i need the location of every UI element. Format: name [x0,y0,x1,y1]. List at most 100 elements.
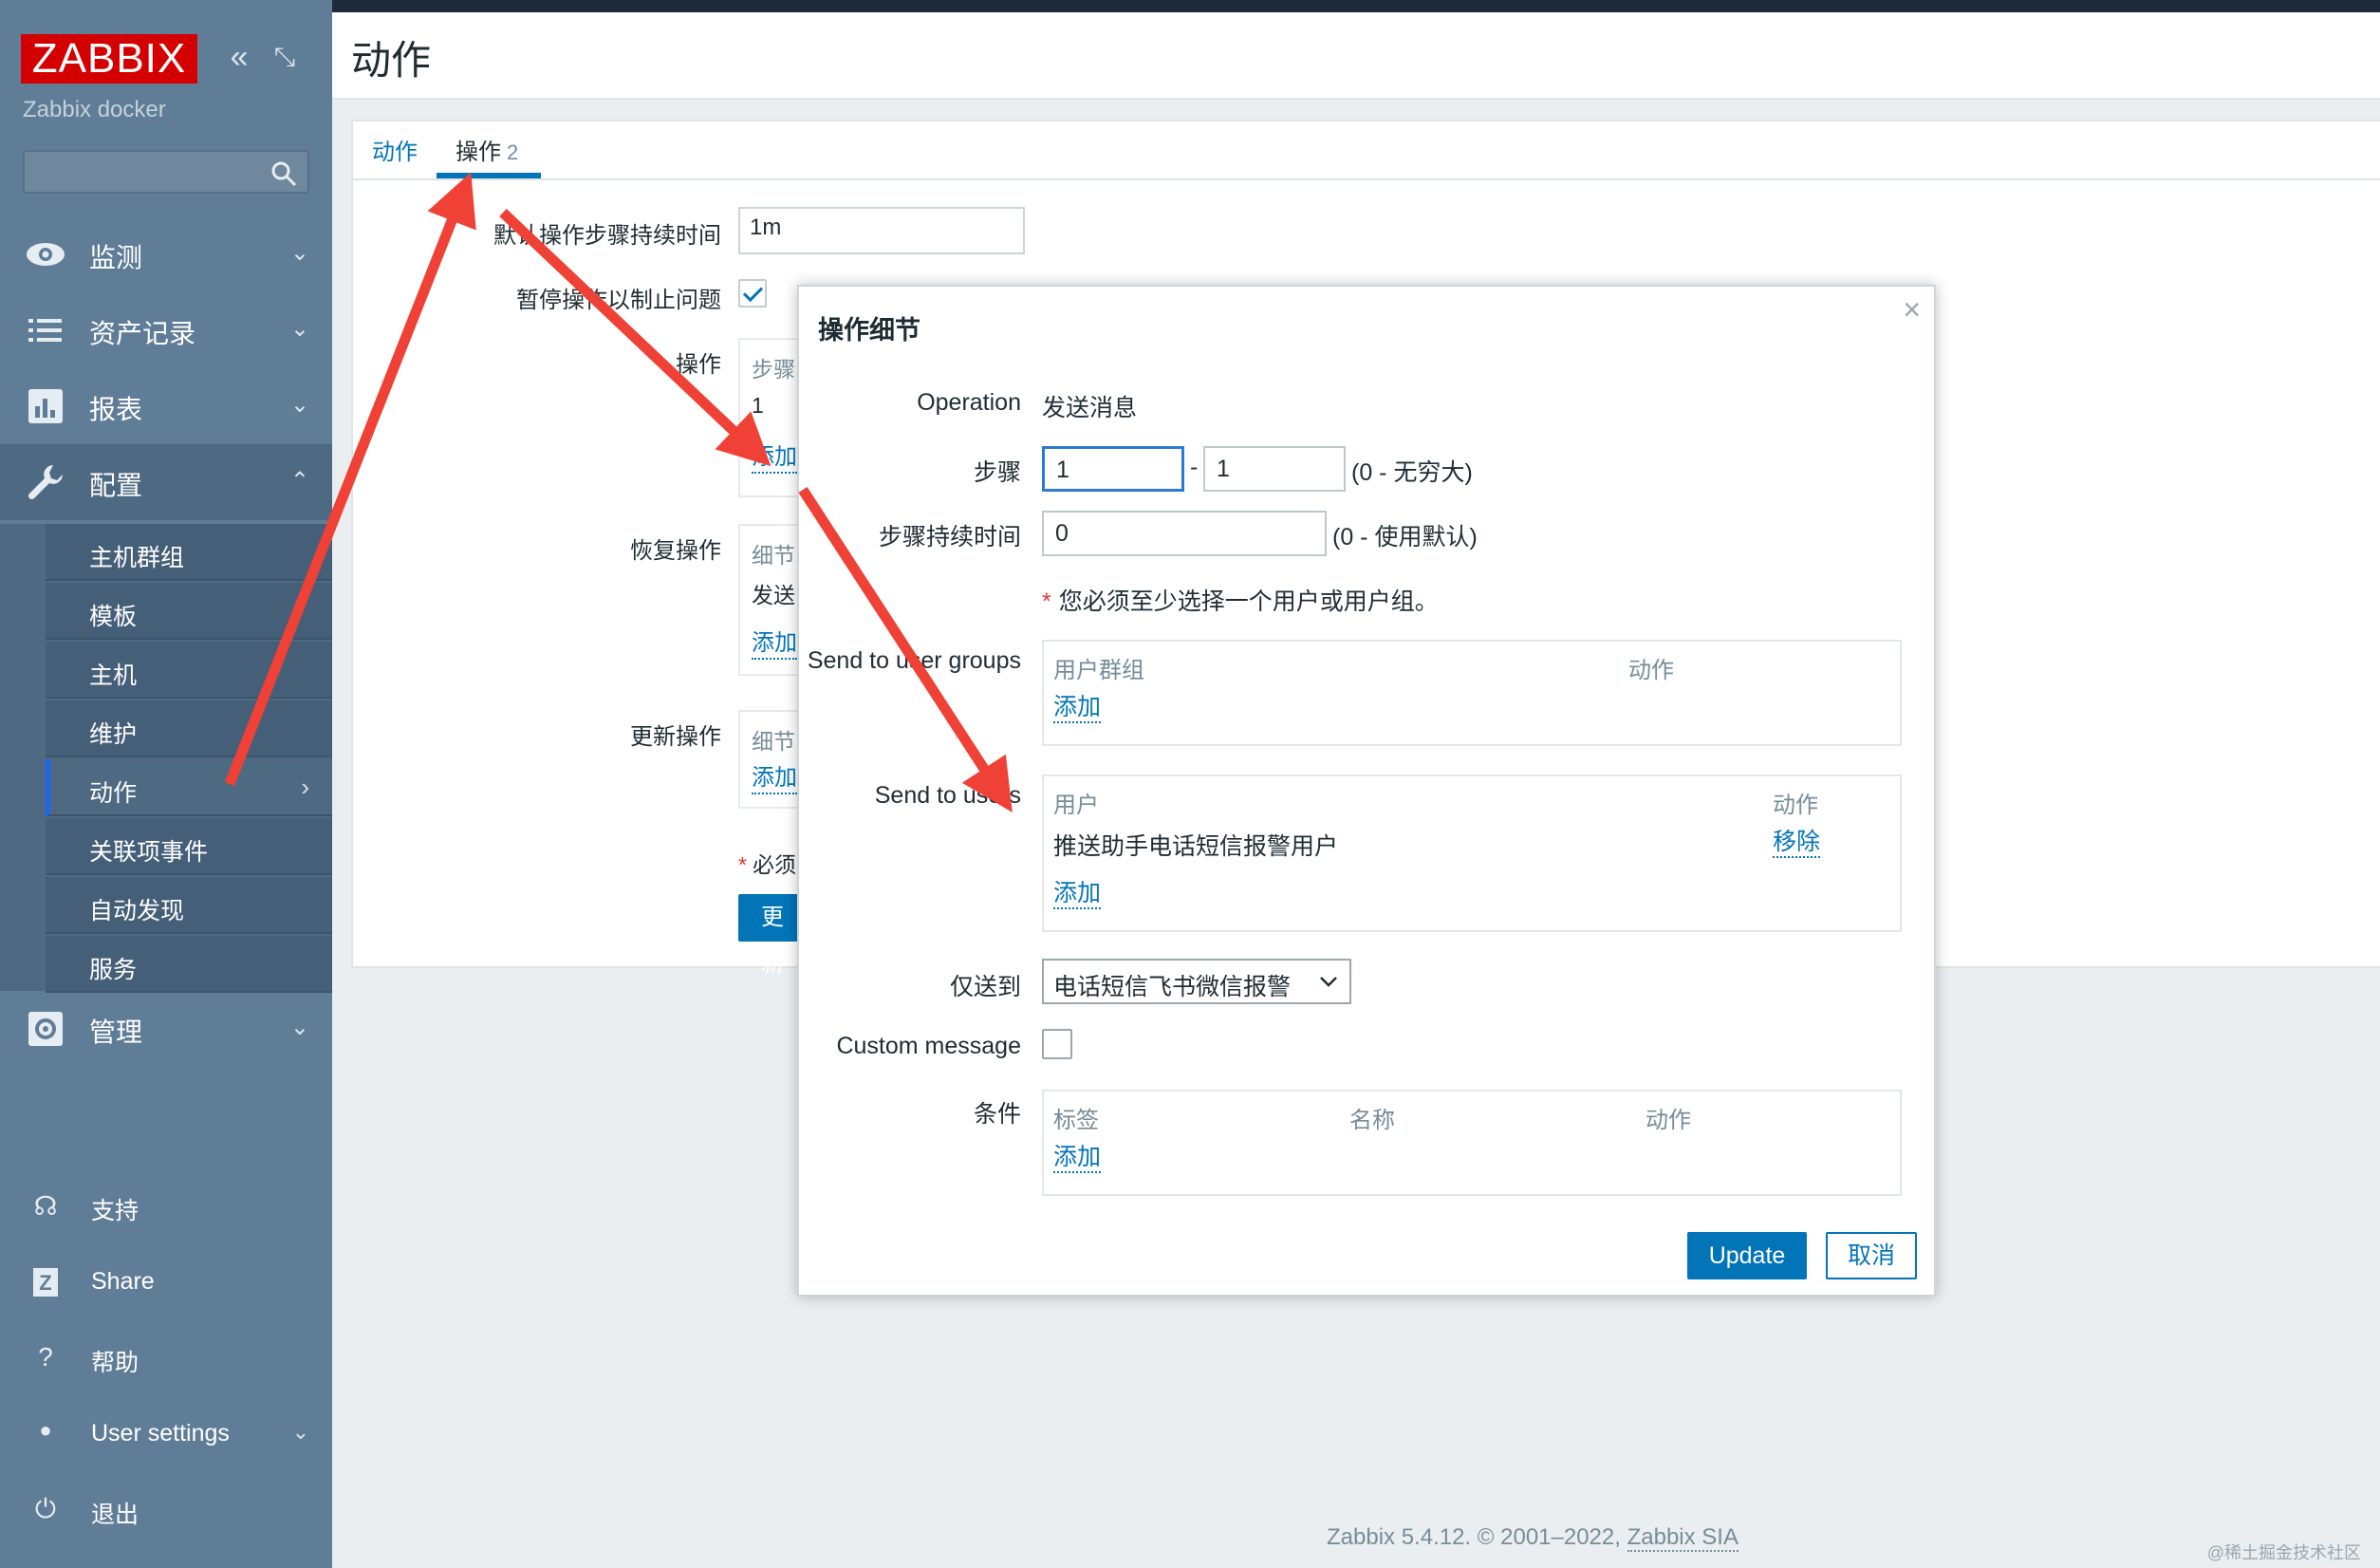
page-title: 动作 [351,38,432,83]
chevron-down-icon: ⌄ [289,316,309,342]
search-icon[interactable] [270,159,298,188]
menu-label: 退出 [91,1502,139,1528]
chevron-down-icon [1320,977,1337,987]
operations-col-steps: 步骤 [752,357,795,382]
menu-help[interactable]: ? 帮助 [0,1329,332,1386]
users-add-link[interactable]: 添加 [1053,879,1102,909]
default-step-duration-label: 默认操作步骤持续时间 [493,223,721,249]
required-note: * 必须 [738,852,796,877]
steps-separator: - [1190,454,1199,480]
recovery-operations-label: 恢复操作 [630,538,721,564]
close-icon[interactable]: × [1903,292,1921,327]
dialog-title: 操作细节 [818,316,920,345]
dialog-update-button[interactable]: Update [1687,1232,1807,1279]
footer-link[interactable]: Zabbix SIA [1627,1524,1739,1552]
menu-label: Share [91,1268,155,1295]
pause-operations-checkbox[interactable] [738,279,767,308]
menu-sign-out[interactable]: ⏻ 退出 [0,1481,332,1538]
conditions-table [1042,1090,1902,1196]
users-remove-link[interactable]: 移除 [1773,828,1821,858]
steps-from-input[interactable]: 1 [1042,446,1184,492]
groups-col-group: 用户群组 [1053,658,1144,683]
submenu-maintenance[interactable]: 维护 [46,700,332,757]
send-to-users-label: Send to users [874,782,1021,809]
submenu-label: 模板 [89,604,138,630]
menu-label: 资产记录 [89,319,196,348]
browser-top-strip [0,0,2380,12]
cond-col-action: 动作 [1646,1108,1691,1133]
chevron-up-icon: ⌃ [289,468,309,494]
configuration-submenu: 主机群组 模板 主机 维护 动作 › 关联项事件 自动发现 服务 [0,524,332,993]
steps-hint: (0 - 无穷大) [1351,459,1473,486]
conditions-label: 条件 [973,1101,1021,1128]
operation-value: 发送消息 [1042,395,1138,421]
menu-user-settings[interactable]: ● User settings ⌄ [0,1405,332,1462]
tab-bar: 动作 操作 2 [351,120,2380,180]
menu-label: 管理 [89,1017,143,1047]
kiosk-mode-icon[interactable]: ⤡ [268,40,302,74]
submenu-templates[interactable]: 模板 [46,583,332,640]
menu-label: User settings [91,1420,230,1447]
submenu-event-correlation[interactable]: 关联项事件 [46,818,332,875]
form-update-button[interactable]: 更新 [738,894,805,978]
tab-action[interactable]: 动作 [372,133,418,166]
power-icon: ⏻ [34,1494,57,1523]
submenu-actions[interactable]: 动作 › [46,759,332,816]
submenu-label: 关联项事件 [89,839,209,866]
submenu-services[interactable]: 服务 [46,936,332,993]
send-only-to-select[interactable]: 电话短信飞书微信报警 [1042,959,1351,1004]
operation-details-dialog: 操作细节 × Operation 发送消息 步骤 1 - 1 (0 - 无穷大)… [797,285,1936,1297]
list-icon [28,319,62,342]
submenu-label: 主机群组 [89,545,185,571]
users-col-action: 动作 [1773,793,1818,818]
menu-administration[interactable]: 管理 ⌄ [0,991,332,1067]
menu-support[interactable]: ☊ 支持 [0,1177,332,1234]
chevron-down-icon: ⌄ [289,1015,309,1040]
default-step-duration-input[interactable]: 1m [738,207,1025,254]
submenu-label: 动作 [89,780,138,807]
sidebar-search-input[interactable] [23,150,309,194]
step-duration-label: 步骤持续时间 [878,524,1021,551]
submenu-hosts[interactable]: 主机 [46,642,332,699]
menu-configuration[interactable]: 配置 ⌃ [0,444,332,520]
custom-message-checkbox[interactable] [1042,1029,1072,1059]
operations-add-link[interactable]: 添加 [752,444,797,474]
operations-label: 操作 [676,352,721,378]
gear-icon [28,1012,63,1046]
send-to-user-groups-label: Send to user groups [807,647,1021,674]
headset-icon: ☊ [33,1191,58,1221]
steps-label: 步骤 [973,459,1021,486]
collapse-sidebar-icon[interactable]: « [222,40,256,74]
tab-label: 操作 [456,140,501,165]
user-groups-add-link[interactable]: 添加 [1053,693,1102,723]
pause-operations-label: 暂停操作以制止问题 [516,288,721,313]
recovery-add-link[interactable]: 添加 [752,630,797,660]
recovery-col-details: 细节 [752,543,795,568]
zabbix-logo[interactable]: ZABBIX [21,34,197,84]
chevron-down-icon: ⌄ [289,392,309,418]
required-message-text: 您必须至少选择一个用户或用户组。 [1058,588,1439,615]
menu-monitoring[interactable]: 监测 ⌄ [0,216,332,292]
user-icon: ● [39,1418,52,1442]
update-add-link[interactable]: 添加 [752,765,797,794]
user-groups-table [1042,640,1902,746]
step-duration-input[interactable]: 0 [1042,511,1327,556]
steps-to-input[interactable]: 1 [1203,446,1346,492]
operations-row-step: 1 [752,393,764,418]
tab-operations[interactable]: 操作 2 [456,133,518,166]
submenu-label: 维护 [89,721,138,748]
conditions-add-link[interactable]: 添加 [1053,1143,1102,1173]
custom-message-label: Custom message [836,1033,1021,1059]
submenu-discovery[interactable]: 自动发现 [46,877,332,934]
submenu-host-groups[interactable]: 主机群组 [46,524,332,581]
dialog-cancel-button[interactable]: 取消 [1826,1232,1917,1279]
menu-reports[interactable]: 报表 ⌄ [0,368,332,444]
update-col-details: 细节 [752,729,795,754]
footer-text: Zabbix 5.4.12. © 2001–2022, [1327,1524,1621,1550]
users-col-user: 用户 [1053,793,1099,818]
menu-label: 监测 [89,243,143,272]
menu-inventory[interactable]: 资产记录 ⌄ [0,292,332,368]
menu-share[interactable]: Z Share [0,1253,332,1310]
required-message: * 您必须至少选择一个用户或用户组。 [1042,588,1439,615]
active-tab-indicator [437,173,541,178]
